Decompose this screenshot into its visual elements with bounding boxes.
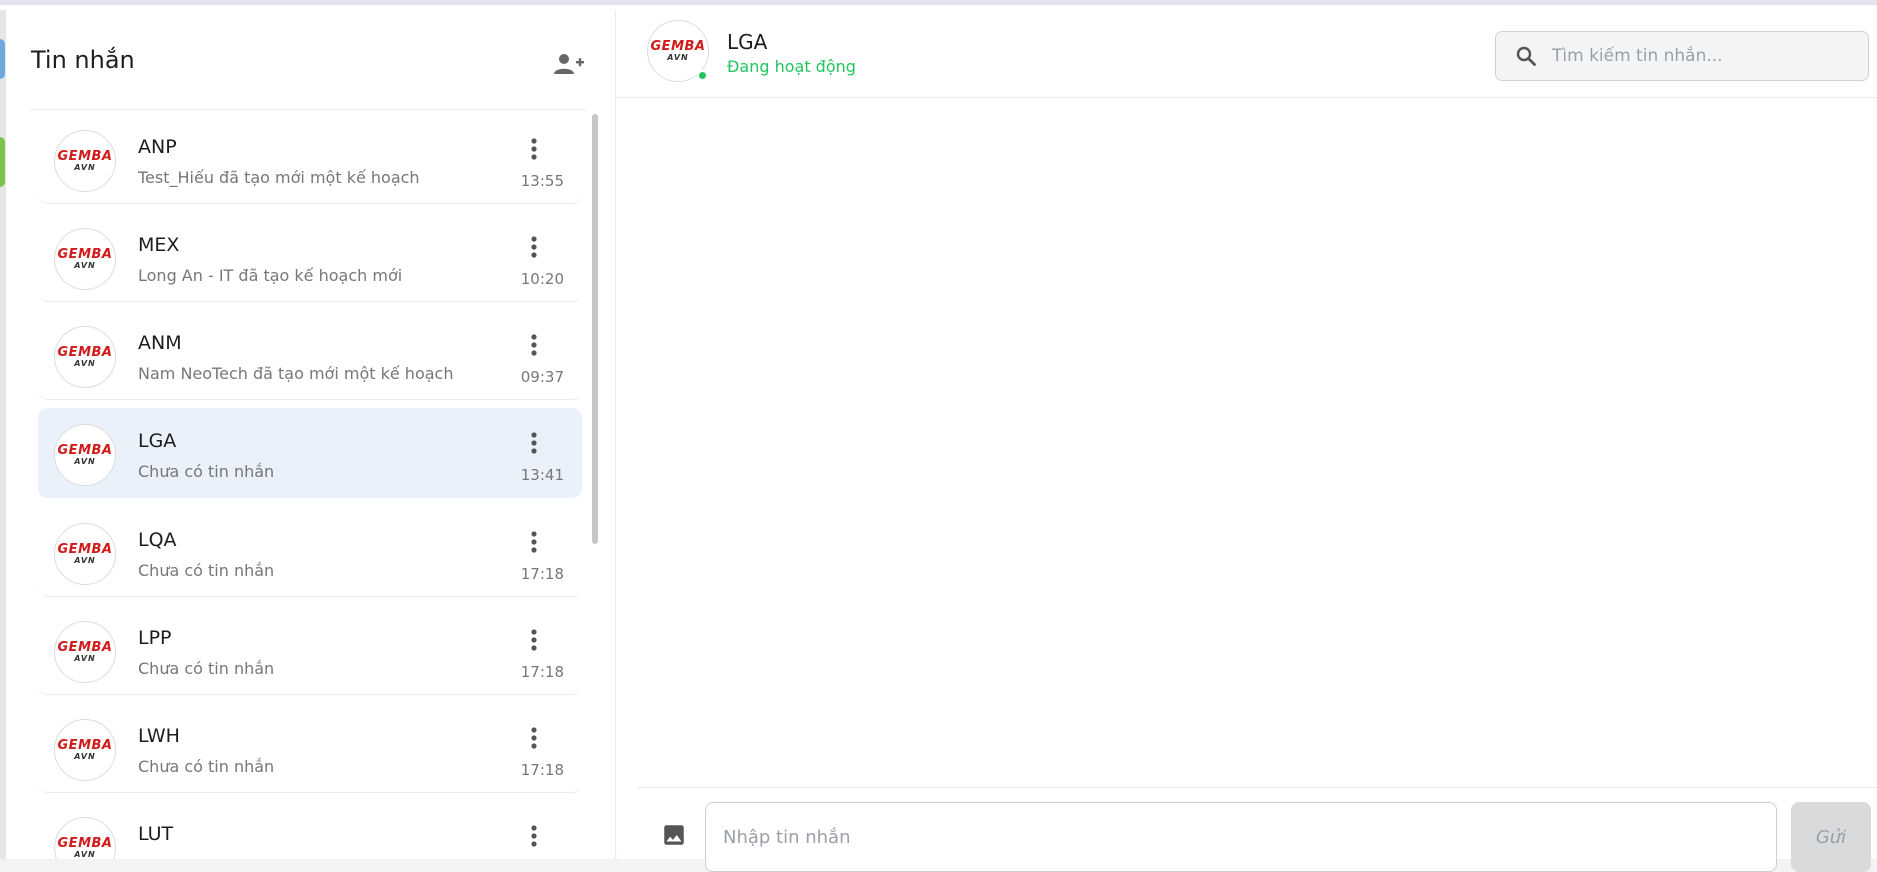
avatar-logo-text: GEMBA <box>57 442 113 458</box>
conversation-avatar: GEMBA AVN <box>54 326 116 388</box>
chat-contact-status: Đang hoạt động <box>727 57 856 76</box>
message-search-input[interactable] <box>1552 46 1852 66</box>
avatar-logo-text: GEMBA <box>57 246 113 262</box>
conversation-name: LGA <box>138 430 177 452</box>
conversation-time: 17:18 <box>520 663 564 681</box>
conversation-more-button[interactable] <box>522 723 546 753</box>
avatar-logo-text: GEMBA <box>57 737 113 753</box>
conversation-sidebar: Tin nhắn GEMBA AVN ANP Test_Hiếu đã tạo mới… <box>6 10 616 859</box>
chat-header: GEMBA AVN LGA Đang hoạt động <box>617 10 1877 98</box>
conversation-more-button[interactable] <box>522 232 546 262</box>
conversation-name: LWH <box>138 725 180 747</box>
avatar-logo-subtext: AVN <box>74 555 96 565</box>
conversation-item[interactable]: GEMBA AVN ANP Test_Hiếu đã tạo mới một kế h… <box>38 114 582 204</box>
more-vertical-icon <box>531 236 537 258</box>
avatar-logo-subtext: AVN <box>74 358 96 368</box>
conversation-name: LPP <box>138 627 172 649</box>
more-vertical-icon <box>531 531 537 553</box>
person-add-icon <box>554 54 584 74</box>
background-app-tab <box>0 137 5 187</box>
avatar-logo-subtext: AVN <box>74 653 96 663</box>
conversation-name: MEX <box>138 234 180 256</box>
avatar-logo-text: GEMBA <box>650 38 706 54</box>
message-input[interactable] <box>705 802 1777 872</box>
conversation-last-message: Chưa có tin nhắn <box>138 757 275 776</box>
conversation-last-message: Chưa có tin nhắn <box>138 659 275 678</box>
conversation-last-message: Chưa có tin nhắn <box>138 462 275 481</box>
app-window: Tin nhắn GEMBA AVN ANP Test_Hiếu đã tạo mới… <box>0 0 1877 872</box>
message-area <box>637 100 1877 790</box>
conversation-last-message: Long An - IT đã tạo kế hoạch mới <box>138 266 403 285</box>
conversation-list[interactable]: GEMBA AVN ANP Test_Hiếu đã tạo mới một kế h… <box>6 114 596 859</box>
conversation-time: 13:41 <box>520 466 564 484</box>
avatar-logo-subtext: AVN <box>74 849 96 859</box>
conversation-time: 13:55 <box>520 172 564 190</box>
more-vertical-icon <box>531 727 537 749</box>
conversation-last-message: Test_Hiếu đã tạo mới một kế hoạch <box>138 168 420 187</box>
more-vertical-icon <box>531 432 537 454</box>
avatar-logo-text: GEMBA <box>57 639 113 655</box>
avatar-logo-subtext: AVN <box>667 52 689 62</box>
more-vertical-icon <box>531 334 537 356</box>
conversation-avatar: GEMBA AVN <box>54 621 116 683</box>
conversation-item[interactable]: GEMBA AVN ANM Nam NeoTech đã tạo mới một kế… <box>38 310 582 400</box>
conversation-more-button[interactable] <box>522 330 546 360</box>
conversation-item[interactable]: GEMBA AVN LUT <box>38 801 582 859</box>
conversation-more-button[interactable] <box>522 821 546 851</box>
more-vertical-icon <box>531 825 537 847</box>
conversation-avatar: GEMBA AVN <box>54 228 116 290</box>
conversation-time: 17:18 <box>520 565 564 583</box>
conversation-name: ANP <box>138 136 177 158</box>
avatar-logo-subtext: AVN <box>74 456 96 466</box>
conversation-list-scrollbar[interactable] <box>592 114 598 544</box>
conversation-more-button[interactable] <box>522 625 546 655</box>
conversation-avatar: GEMBA AVN <box>54 523 116 585</box>
image-icon <box>664 825 684 845</box>
message-search-box[interactable] <box>1495 31 1869 81</box>
conversation-name: LUT <box>138 823 174 845</box>
search-icon <box>1514 44 1538 68</box>
conversation-last-message: Nam NeoTech đã tạo mới một kế hoạch <box>138 364 454 383</box>
conversation-name: ANM <box>138 332 182 354</box>
background-app-tab <box>0 39 5 79</box>
more-vertical-icon <box>531 138 537 160</box>
conversation-avatar: GEMBA AVN <box>54 130 116 192</box>
avatar-logo-text: GEMBA <box>57 344 113 360</box>
avatar-logo-text: GEMBA <box>57 541 113 557</box>
conversation-item[interactable]: GEMBA AVN LQA Chưa có tin nhắn 17:18 <box>38 507 582 597</box>
conversation-avatar: GEMBA AVN <box>54 424 116 486</box>
conversation-item[interactable]: GEMBA AVN MEX Long An - IT đã tạo kế hoạch … <box>38 212 582 302</box>
conversation-item[interactable]: GEMBA AVN LWH Chưa có tin nhắn 17:18 <box>38 703 582 793</box>
send-button[interactable]: Gửi <box>1791 802 1871 872</box>
avatar-logo-subtext: AVN <box>74 260 96 270</box>
conversation-time: 10:20 <box>520 270 564 288</box>
avatar-logo-text: GEMBA <box>57 835 113 851</box>
sidebar-divider <box>30 109 586 110</box>
online-status-dot <box>697 70 708 81</box>
conversation-item[interactable]: GEMBA AVN LPP Chưa có tin nhắn 17:18 <box>38 605 582 695</box>
conversation-name: LQA <box>138 529 177 551</box>
conversation-more-button[interactable] <box>522 428 546 458</box>
add-user-button[interactable] <box>550 46 586 82</box>
sidebar-header: Tin nhắn <box>6 10 616 110</box>
avatar-logo-subtext: AVN <box>74 751 96 761</box>
conversation-item[interactable]: GEMBA AVN LGA Chưa có tin nhắn 13:41 <box>38 408 582 498</box>
avatar-logo-text: GEMBA <box>57 148 113 164</box>
chat-contact-name: LGA <box>727 30 768 54</box>
avatar-logo-subtext: AVN <box>74 162 96 172</box>
conversation-time: 17:18 <box>520 761 564 779</box>
chat-panel: GEMBA AVN LGA Đang hoạt động Tìm kiếm ti… <box>617 10 1877 872</box>
attach-image-button[interactable] <box>659 820 689 850</box>
conversation-more-button[interactable] <box>522 134 546 164</box>
conversation-avatar: GEMBA AVN <box>54 817 116 859</box>
conversation-last-message: Chưa có tin nhắn <box>138 561 275 580</box>
conversation-avatar: GEMBA AVN <box>54 719 116 781</box>
message-composer: Gửi <box>637 787 1877 872</box>
more-vertical-icon <box>531 629 537 651</box>
conversation-more-button[interactable] <box>522 527 546 557</box>
sidebar-title: Tin nhắn <box>31 46 135 74</box>
conversation-time: 09:37 <box>520 368 564 386</box>
